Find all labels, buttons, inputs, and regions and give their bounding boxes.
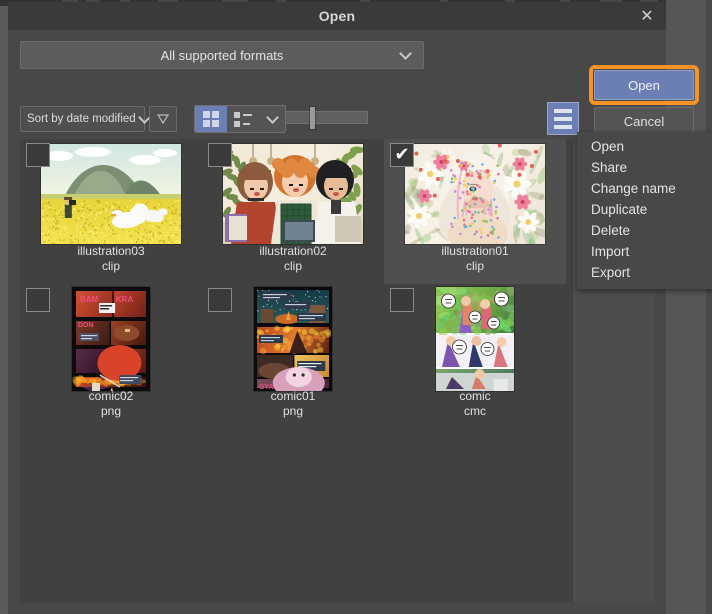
sort-direction-button[interactable] xyxy=(149,106,177,132)
list-view-icon xyxy=(234,111,252,127)
files-pane[interactable]: ✔illustration03clip✔illustration02clip✔i… xyxy=(20,139,573,603)
format-filter-value: All supported formats xyxy=(160,47,284,63)
sort-by-dropdown[interactable]: Sort by date modified xyxy=(20,106,145,132)
file-name: comic01 xyxy=(270,389,316,403)
file-thumbnail xyxy=(41,139,181,244)
background-right-edge xyxy=(706,0,712,614)
context-menu-item[interactable]: Change name xyxy=(577,178,712,199)
open-dialog: Open ✕ All supported formats Sort by dat… xyxy=(8,2,712,614)
file-thumbnail xyxy=(405,139,545,244)
file-tile[interactable]: ✔ comic01png xyxy=(202,284,384,429)
file-extension: cmc xyxy=(464,404,486,418)
close-icon[interactable]: ✕ xyxy=(636,6,658,28)
file-checkbox[interactable]: ✔ xyxy=(208,288,232,312)
file-name: comic02 xyxy=(88,389,134,403)
context-menu-item[interactable]: Duplicate xyxy=(577,199,712,220)
thumbnail-image xyxy=(436,286,514,391)
sort-by-value: Sort by date modified xyxy=(27,113,136,125)
checkmark-icon: ✔ xyxy=(394,144,410,164)
file-extension: clip xyxy=(283,259,302,273)
file-thumbnail xyxy=(72,284,150,391)
thumbnail-size-slider[interactable] xyxy=(285,107,368,129)
file-tile[interactable]: ✔ comic02png xyxy=(20,284,202,429)
open-button[interactable]: Open xyxy=(594,70,694,100)
file-name: comic xyxy=(459,389,491,403)
slider-thumb[interactable] xyxy=(310,107,316,129)
file-checkbox[interactable]: ✔ xyxy=(26,143,50,167)
dialog-body: All supported formats Sort by date modif… xyxy=(8,31,712,614)
grid-view-icon xyxy=(203,111,219,127)
file-extension: png xyxy=(282,404,304,418)
view-mode-group xyxy=(194,105,286,133)
file-extension: clip xyxy=(101,259,120,273)
chevron-down-icon xyxy=(139,116,149,123)
file-tile[interactable]: ✔ illustration03clip xyxy=(20,139,202,284)
chevron-down-icon xyxy=(400,52,411,59)
file-checkbox[interactable]: ✔ xyxy=(26,288,50,312)
file-checkbox[interactable]: ✔ xyxy=(390,143,414,167)
thumbnail-image xyxy=(223,143,363,244)
dialog-titlebar: Open ✕ xyxy=(8,2,666,31)
format-filter-dropdown[interactable]: All supported formats xyxy=(20,41,424,69)
list-view-button[interactable] xyxy=(227,106,259,132)
context-menu-item[interactable]: Open xyxy=(577,136,712,157)
dialog-title: Open xyxy=(318,8,356,24)
triangle-down-icon xyxy=(157,114,169,124)
file-extension: png xyxy=(100,404,122,418)
file-tile[interactable]: ✔ illustration01 clip xyxy=(384,139,566,284)
chevron-down-icon xyxy=(267,116,278,123)
file-thumbnail xyxy=(254,284,332,391)
context-menu-item[interactable]: Import xyxy=(577,241,712,262)
thumbnail-image xyxy=(72,286,150,391)
context-menu: Open Share Change name Duplicate Delete Impor… xyxy=(577,132,712,289)
file-grid: ✔illustration03clip✔illustration02clip✔i… xyxy=(20,139,573,429)
file-checkbox[interactable]: ✔ xyxy=(208,143,232,167)
file-checkbox[interactable]: ✔ xyxy=(390,288,414,312)
file-name: illustration03 xyxy=(77,244,145,258)
view-options-button[interactable] xyxy=(259,106,285,132)
context-menu-item[interactable]: Export xyxy=(577,262,712,283)
context-menu-item[interactable]: Share xyxy=(577,157,712,178)
file-thumbnail xyxy=(436,284,514,391)
grid-view-button[interactable] xyxy=(195,106,227,132)
thumbnail-image xyxy=(41,143,181,244)
file-thumbnail xyxy=(223,139,363,244)
file-tile[interactable]: ✔ comiccmc xyxy=(384,284,566,429)
file-tile[interactable]: ✔ illustration02clip xyxy=(202,139,384,284)
context-menu-item[interactable]: Delete xyxy=(577,220,712,241)
thumbnail-image xyxy=(405,143,545,244)
file-extension: clip xyxy=(465,259,484,273)
thumbnail-image xyxy=(254,286,332,391)
file-name: illustration02 xyxy=(259,244,327,258)
file-name: illustration01 xyxy=(441,244,509,258)
screen: Open ✕ All supported formats Sort by dat… xyxy=(0,0,712,614)
cancel-button[interactable]: Cancel xyxy=(594,107,694,135)
hamburger-menu-icon[interactable] xyxy=(547,102,579,135)
